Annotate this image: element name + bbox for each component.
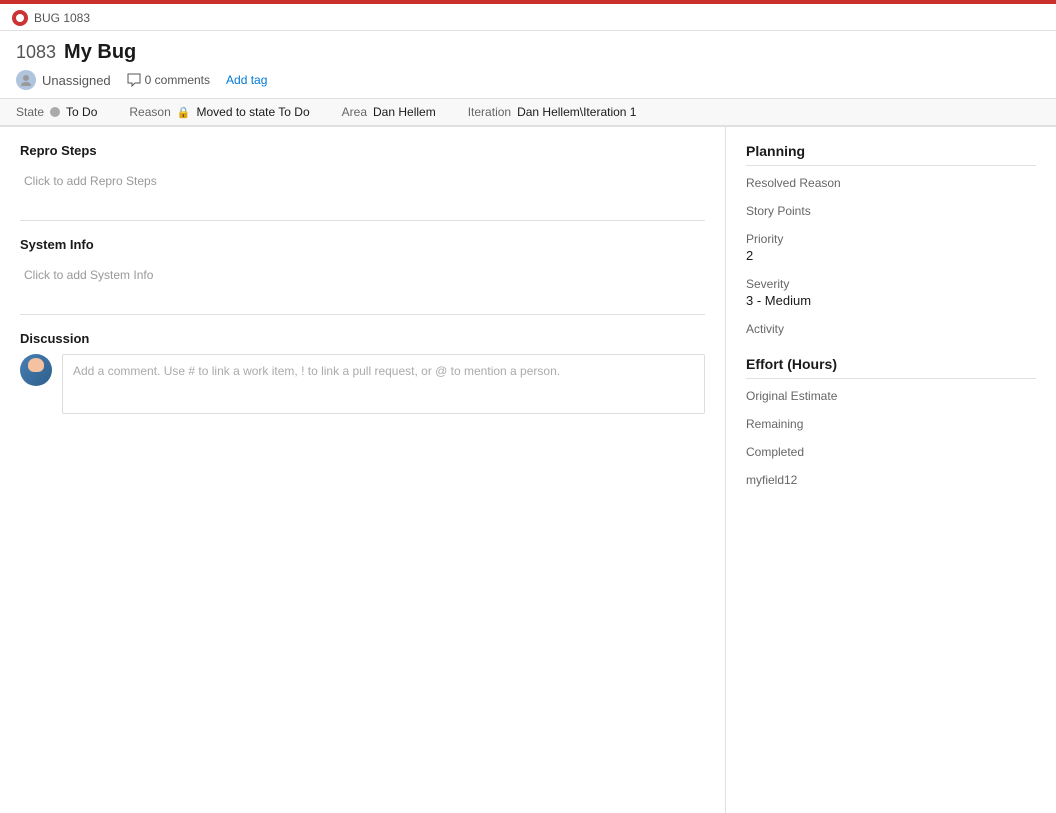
remaining-row[interactable]: Remaining — [746, 417, 1036, 431]
system-info-section: System Info Click to add System Info — [20, 237, 705, 290]
comments-count: 0 comments — [145, 73, 210, 87]
area-field-group[interactable]: Area Dan Hellem — [342, 105, 436, 119]
effort-title: Effort (Hours) — [746, 356, 1036, 379]
priority-value: 2 — [746, 248, 1036, 263]
iteration-label: Iteration — [468, 105, 511, 119]
reason-value: Moved to state To Do — [196, 105, 309, 119]
state-field-group[interactable]: State To Do — [16, 105, 97, 119]
story-points-row[interactable]: Story Points — [746, 204, 1036, 218]
divider-2 — [20, 314, 705, 315]
severity-row[interactable]: Severity 3 - Medium — [746, 277, 1036, 308]
completed-row[interactable]: Completed — [746, 445, 1036, 459]
repro-steps-placeholder[interactable]: Click to add Repro Steps — [20, 166, 705, 196]
resolved-reason-row[interactable]: Resolved Reason — [746, 176, 1036, 190]
myfield-label: myfield12 — [746, 473, 1036, 487]
work-item-id: 1083 — [16, 42, 56, 63]
work-item-title[interactable]: My Bug — [64, 41, 136, 64]
comments-button[interactable]: 0 comments — [127, 73, 210, 87]
discussion-title: Discussion — [20, 331, 705, 346]
work-item-header: 1083 My Bug Unassigned 0 comments Add ta… — [0, 31, 1056, 99]
effort-section: Effort (Hours) Original Estimate Remaini… — [746, 356, 1036, 487]
comment-icon — [127, 73, 141, 87]
lock-icon: 🔒 — [177, 106, 191, 119]
discussion-section: Discussion Add a comment. Use # to link … — [20, 331, 705, 414]
myfield-row[interactable]: myfield12 — [746, 473, 1036, 487]
title-bar: BUG 1083 — [0, 4, 1056, 31]
left-panel: Repro Steps Click to add Repro Steps Sys… — [0, 127, 726, 813]
comment-input-row: Add a comment. Use # to link a work item… — [20, 354, 705, 414]
comment-input-box[interactable]: Add a comment. Use # to link a work item… — [62, 354, 705, 414]
right-panel: Planning Resolved Reason Story Points Pr… — [726, 127, 1056, 813]
assignee-avatar — [16, 70, 36, 90]
severity-value: 3 - Medium — [746, 293, 1036, 308]
bug-icon — [12, 10, 28, 26]
area-label: Area — [342, 105, 367, 119]
remaining-label: Remaining — [746, 417, 1036, 431]
repro-steps-title: Repro Steps — [20, 143, 705, 158]
assignee-label: Unassigned — [42, 73, 111, 88]
completed-label: Completed — [746, 445, 1036, 459]
repro-steps-section: Repro Steps Click to add Repro Steps — [20, 143, 705, 196]
reason-field-group[interactable]: Reason 🔒 Moved to state To Do — [129, 105, 309, 119]
state-dot-icon — [50, 107, 60, 117]
state-label: State — [16, 105, 44, 119]
add-tag-button[interactable]: Add tag — [226, 73, 267, 87]
resolved-reason-label: Resolved Reason — [746, 176, 1036, 190]
severity-label: Severity — [746, 277, 1036, 291]
iteration-value: Dan Hellem\Iteration 1 — [517, 105, 636, 119]
area-value: Dan Hellem — [373, 105, 436, 119]
activity-label: Activity — [746, 322, 1036, 336]
iteration-field-group[interactable]: Iteration Dan Hellem\Iteration 1 — [468, 105, 637, 119]
system-info-title: System Info — [20, 237, 705, 252]
priority-row[interactable]: Priority 2 — [746, 232, 1036, 263]
divider-1 — [20, 220, 705, 221]
reason-label: Reason — [129, 105, 170, 119]
main-content: Repro Steps Click to add Repro Steps Sys… — [0, 127, 1056, 813]
current-user-avatar — [20, 354, 52, 386]
tab-label: BUG 1083 — [34, 11, 90, 25]
fields-bar: State To Do Reason 🔒 Moved to state To D… — [0, 99, 1056, 127]
story-points-label: Story Points — [746, 204, 1036, 218]
original-estimate-row[interactable]: Original Estimate — [746, 389, 1036, 403]
planning-section: Planning Resolved Reason Story Points Pr… — [746, 143, 1036, 336]
planning-title: Planning — [746, 143, 1036, 166]
system-info-placeholder[interactable]: Click to add System Info — [20, 260, 705, 290]
activity-row[interactable]: Activity — [746, 322, 1036, 336]
assignee-row[interactable]: Unassigned — [16, 70, 111, 90]
priority-label: Priority — [746, 232, 1036, 246]
state-value: To Do — [66, 105, 97, 119]
comment-placeholder: Add a comment. Use # to link a work item… — [73, 364, 560, 378]
original-estimate-label: Original Estimate — [746, 389, 1036, 403]
